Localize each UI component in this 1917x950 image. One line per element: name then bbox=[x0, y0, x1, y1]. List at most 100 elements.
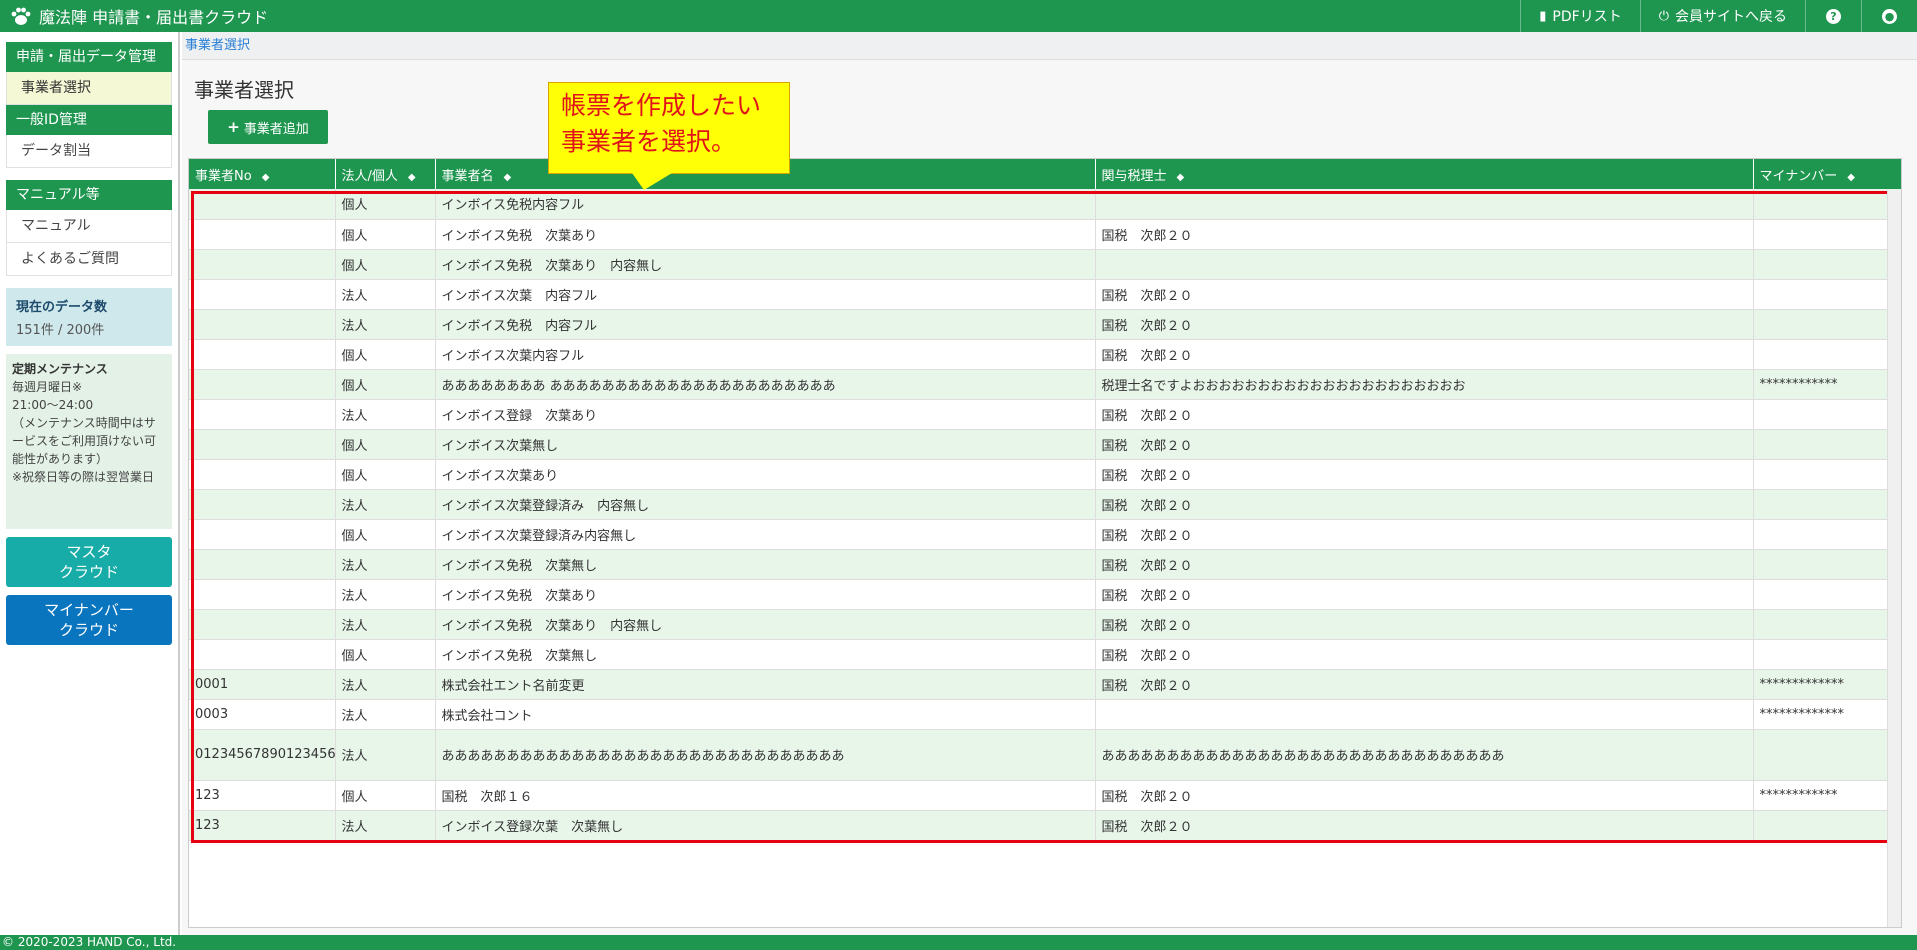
mynumber-cloud-button[interactable]: マイナンバー クラウド bbox=[6, 595, 172, 645]
paw-logo-icon bbox=[11, 7, 31, 25]
sort-icon: ◆ bbox=[407, 171, 416, 183]
col-header-label: 法人/個人 bbox=[341, 168, 398, 184]
table-row[interactable]: 法人 インボイス次葉 内容フル 国税 次郎２０ bbox=[189, 279, 1901, 310]
pdf-list-link[interactable]: ▮ PDFリスト bbox=[1520, 0, 1639, 32]
callout-line-2: 事業者を選択。 bbox=[561, 127, 737, 156]
cell-mynumber bbox=[1753, 309, 1901, 340]
sidebar-item-manual[interactable]: マニュアル bbox=[6, 210, 172, 243]
cell-tax-accountant: 税理士名ですよおおおおおおおおおおおおおおおおおおおおお bbox=[1095, 369, 1754, 400]
cell-mynumber bbox=[1753, 399, 1901, 430]
table-row[interactable]: 個人 インボイス次葉内容フル 国税 次郎２０ bbox=[189, 339, 1901, 370]
sidebar-item-business-select[interactable]: 事業者選択 bbox=[6, 72, 172, 105]
question-icon: ? bbox=[1826, 8, 1841, 24]
cell-business-name: インボイス次葉登録済み 内容無し bbox=[435, 489, 1096, 520]
table-row[interactable]: 法人 インボイス免税 次葉無し 国税 次郎２０ bbox=[189, 549, 1901, 580]
cell-type: 法人 bbox=[335, 609, 436, 640]
master-cloud-label-1: マスタ bbox=[66, 543, 112, 561]
user-button[interactable]: ● bbox=[1861, 0, 1917, 32]
cell-business-no bbox=[189, 369, 336, 400]
maintenance-line: 21:00〜24:00 bbox=[12, 398, 94, 412]
cell-mynumber bbox=[1753, 279, 1901, 310]
power-icon: ⏻ bbox=[1658, 8, 1669, 24]
table-scrollbar[interactable] bbox=[1887, 191, 1901, 927]
sidebar-item-data-assign[interactable]: データ割当 bbox=[6, 135, 172, 168]
add-business-button[interactable]: + 事業者追加 bbox=[208, 110, 328, 144]
sort-icon: ◆ bbox=[1176, 171, 1185, 183]
table-row[interactable]: 0001 法人 株式会社エント名前変更 国税 次郎２０ ************* bbox=[189, 669, 1901, 700]
table-row[interactable]: 個人 インボイス免税内容フル bbox=[189, 189, 1901, 220]
master-cloud-button[interactable]: マスタ クラウド bbox=[6, 537, 172, 587]
member-site-link[interactable]: ⏻ 会員サイトへ戻る bbox=[1639, 0, 1805, 32]
table-row[interactable]: 個人 インボイス次葉登録済み内容無し 国税 次郎２０ bbox=[189, 519, 1901, 550]
cell-tax-accountant: 国税 次郎２０ bbox=[1095, 339, 1754, 370]
cell-business-no bbox=[189, 189, 336, 220]
table-row[interactable]: 012345678901234567890123456789法人ああああああああ… bbox=[189, 729, 1901, 781]
table-row[interactable]: 個人 インボイス次葉無し 国税 次郎２０ bbox=[189, 429, 1901, 460]
maintenance-line: （メンテナンス時間中はサービスをご利用頂けない可能性があります） bbox=[12, 416, 157, 466]
help-button[interactable]: ? bbox=[1805, 0, 1861, 32]
cell-business-name: あああああああああああああああああああああああああああああああ bbox=[435, 729, 1096, 781]
table-row[interactable]: 法人 インボイス免税 次葉あり 内容無し 国税 次郎２０ bbox=[189, 609, 1901, 640]
cell-tax-accountant: 国税 次郎２０ bbox=[1095, 579, 1754, 610]
cell-mynumber bbox=[1753, 459, 1901, 490]
table-row[interactable]: 法人 インボイス次葉登録済み 内容無し 国税 次郎２０ bbox=[189, 489, 1901, 520]
table-row[interactable]: 0003 法人 株式会社コント ************* bbox=[189, 699, 1901, 730]
cell-tax-accountant bbox=[1095, 189, 1754, 220]
table-row[interactable]: 個人 インボイス免税 次葉あり 内容無し bbox=[189, 249, 1901, 280]
sidebar-item-faq[interactable]: よくあるご質問 bbox=[6, 243, 172, 276]
cell-business-no bbox=[189, 519, 336, 550]
table-row[interactable]: 法人 インボイス免税 内容フル 国税 次郎２０ bbox=[189, 309, 1901, 340]
cell-type: 個人 bbox=[335, 459, 436, 490]
table-row[interactable]: 法人 インボイス免税 次葉あり 国税 次郎２０ bbox=[189, 579, 1901, 610]
col-header-business-no[interactable]: 事業者No ◆ bbox=[189, 159, 336, 189]
col-header-type[interactable]: 法人/個人 ◆ bbox=[335, 159, 436, 189]
cell-mynumber bbox=[1753, 579, 1901, 610]
table-row[interactable]: 123 法人 インボイス登録次葉 次葉無し 国税 次郎２０ bbox=[189, 810, 1901, 841]
cell-mynumber: ************ bbox=[1753, 369, 1901, 400]
cell-business-no bbox=[189, 489, 336, 520]
page-title: 事業者選択 bbox=[194, 78, 294, 102]
col-header-tax-accountant[interactable]: 関与税理士 ◆ bbox=[1095, 159, 1754, 189]
cell-business-no bbox=[189, 639, 336, 670]
cell-mynumber bbox=[1753, 429, 1901, 460]
table-row[interactable]: 個人 インボイス免税 次葉無し 国税 次郎２０ bbox=[189, 639, 1901, 670]
cell-type: 個人 bbox=[335, 519, 436, 550]
col-header-mynumber[interactable]: マイナンバー ◆ bbox=[1753, 159, 1901, 189]
cell-business-no bbox=[189, 309, 336, 340]
maintenance-title: 定期メンテナンス bbox=[12, 362, 108, 376]
table-row[interactable]: 個人 インボイス免税 次葉あり 国税 次郎２０ bbox=[189, 219, 1901, 250]
footer-copyright: © 2020-2023 HAND Co., Ltd. bbox=[0, 935, 1917, 950]
cell-business-no bbox=[189, 579, 336, 610]
cell-tax-accountant: 国税 次郎２０ bbox=[1095, 609, 1754, 640]
cell-type: 法人 bbox=[335, 729, 436, 781]
cell-mynumber bbox=[1753, 549, 1901, 580]
cell-business-name: インボイス免税 次葉あり 内容無し bbox=[435, 249, 1096, 280]
cell-tax-accountant: 国税 次郎２０ bbox=[1095, 810, 1754, 841]
cell-business-name: インボイス免税 内容フル bbox=[435, 309, 1096, 340]
col-header-label: 事業者No bbox=[195, 168, 252, 184]
breadcrumb-link[interactable]: 事業者選択 bbox=[185, 38, 250, 53]
cell-type: 個人 bbox=[335, 189, 436, 220]
cell-mynumber: ************ bbox=[1753, 780, 1901, 811]
brand[interactable]: 魔法陣 申請書・届出書クラウド bbox=[0, 4, 268, 28]
cell-mynumber bbox=[1753, 729, 1901, 781]
cell-business-no bbox=[189, 429, 336, 460]
master-cloud-label-2: クラウド bbox=[58, 563, 119, 581]
cell-tax-accountant: 国税 次郎２０ bbox=[1095, 519, 1754, 550]
sort-icon: ◆ bbox=[1847, 171, 1855, 183]
instruction-callout: 帳票を作成したい 事業者を選択。 bbox=[548, 82, 790, 174]
mynumber-cloud-label-1: マイナンバー bbox=[44, 601, 134, 619]
cell-mynumber bbox=[1753, 339, 1901, 370]
table-row[interactable]: 個人 ああああああああ ああああああああああああああああああああああ 税理士名ですよ… bbox=[189, 369, 1901, 400]
cell-mynumber bbox=[1753, 810, 1901, 841]
table-row[interactable]: 法人 インボイス登録 次葉あり 国税 次郎２０ bbox=[189, 399, 1901, 430]
top-bar: 魔法陣 申請書・届出書クラウド ▮ PDFリスト ⏻ 会員サイトへ戻る ? ● bbox=[0, 0, 1917, 32]
table-row[interactable]: 個人 インボイス次葉あり 国税 次郎２０ bbox=[189, 459, 1901, 490]
cell-business-name: インボイス免税 次葉あり bbox=[435, 579, 1096, 610]
col-header-label: 事業者名 bbox=[441, 168, 494, 184]
cell-type: 個人 bbox=[335, 249, 436, 280]
cell-type: 個人 bbox=[335, 219, 436, 250]
table-row[interactable]: 123 個人 国税 次郎１６ 国税 次郎２０ ************ bbox=[189, 780, 1901, 811]
cell-mynumber bbox=[1753, 219, 1901, 250]
data-count-panel: 現在のデータ数 151件 / 200件 bbox=[6, 288, 172, 346]
